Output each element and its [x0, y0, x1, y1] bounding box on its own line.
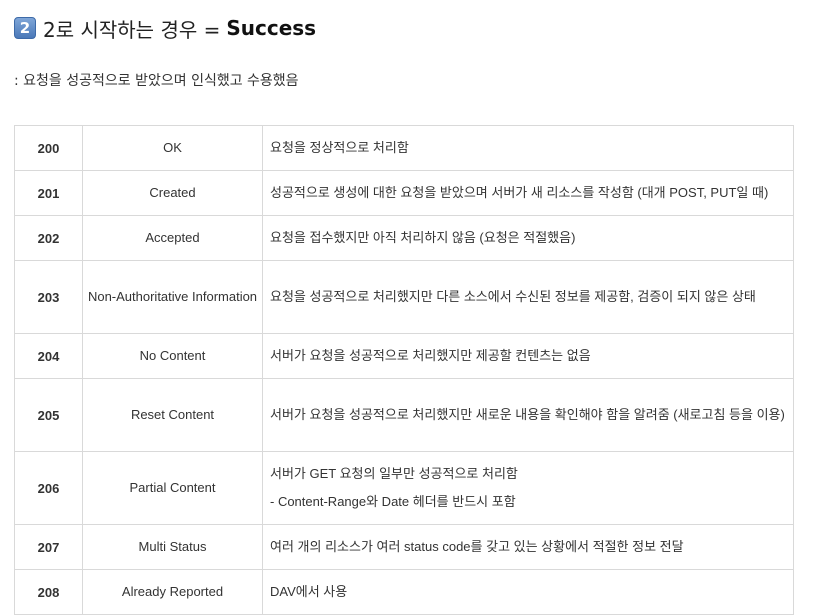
status-name-cell: Already Reported [82, 569, 263, 615]
status-code-cell: 204 [14, 333, 83, 379]
table-row: 202 Accepted 요청을 접수했지만 아직 처리하지 않음 (요청은 적… [14, 215, 794, 261]
section-heading: 2 2로 시작하는 경우 = Success [14, 14, 316, 42]
table-row: 206 Partial Content 서버가 GET 요청의 일부만 성공적으… [14, 451, 794, 525]
description-line: 서버가 GET 요청의 일부만 성공적으로 처리함 [270, 466, 518, 481]
status-name-cell: Accepted [82, 215, 263, 261]
status-code-cell: 206 [14, 451, 83, 525]
status-description-cell: 서버가 요청을 성공적으로 처리했지만 새로운 내용을 확인해야 함을 알려줌 … [262, 378, 794, 452]
status-description-cell: 요청을 성공적으로 처리했지만 다른 소스에서 수신된 정보를 제공함, 검증이… [262, 260, 794, 334]
status-code-cell: 207 [14, 524, 83, 570]
table-row: 201 Created 성공적으로 생성에 대한 요청을 받았으며 서버가 새 … [14, 170, 794, 216]
status-name-cell: Partial Content [82, 451, 263, 525]
table-row: 203 Non-Authoritative Information 요청을 성공… [14, 260, 794, 334]
description-line: - Content-Range와 Date 헤더를 반드시 포함 [270, 494, 516, 509]
table-row: 207 Multi Status 여러 개의 리소스가 여러 status co… [14, 524, 794, 570]
status-description-cell: 성공적으로 생성에 대한 요청을 받았으며 서버가 새 리소스를 작성함 (대개… [262, 170, 794, 216]
status-code-cell: 202 [14, 215, 83, 261]
table-row: 208 Already Reported DAV에서 사용 [14, 569, 794, 615]
status-code-cell: 208 [14, 569, 83, 615]
status-name-cell: OK [82, 125, 263, 171]
status-code-table: 200 OK 요청을 정상적으로 처리함 201 Created 성공적으로 생… [14, 125, 794, 615]
status-code-cell: 201 [14, 170, 83, 216]
heading-prefix: 2로 시작하는 경우 = [43, 17, 221, 42]
status-description-cell: DAV에서 사용 [262, 569, 794, 615]
number-two-icon: 2 [14, 17, 36, 39]
status-description-cell: 요청을 접수했지만 아직 처리하지 않음 (요청은 적절했음) [262, 215, 794, 261]
status-name-cell: Created [82, 170, 263, 216]
status-name-cell: Reset Content [82, 378, 263, 452]
table-row: 205 Reset Content 서버가 요청을 성공적으로 처리했지만 새로… [14, 378, 794, 452]
status-name-cell: No Content [82, 333, 263, 379]
status-name-cell: Multi Status [82, 524, 263, 570]
status-description-cell: 요청을 정상적으로 처리함 [262, 125, 794, 171]
status-code-cell: 203 [14, 260, 83, 334]
status-description-cell: 서버가 GET 요청의 일부만 성공적으로 처리함 - Content-Rang… [262, 451, 794, 525]
status-name-cell: Non-Authoritative Information [82, 260, 263, 334]
section-description: : 요청을 성공적으로 받았으며 인식했고 수용했음 [14, 73, 299, 89]
status-description-cell: 서버가 요청을 성공적으로 처리했지만 제공할 컨텐츠는 없음 [262, 333, 794, 379]
table-row: 200 OK 요청을 정상적으로 처리함 [14, 125, 794, 171]
status-description-cell: 여러 개의 리소스가 여러 status code를 갖고 있는 상황에서 적절… [262, 524, 794, 570]
status-code-cell: 200 [14, 125, 83, 171]
table-row: 204 No Content 서버가 요청을 성공적으로 처리했지만 제공할 컨… [14, 333, 794, 379]
status-code-cell: 205 [14, 378, 83, 452]
heading-success: Success [226, 16, 317, 40]
